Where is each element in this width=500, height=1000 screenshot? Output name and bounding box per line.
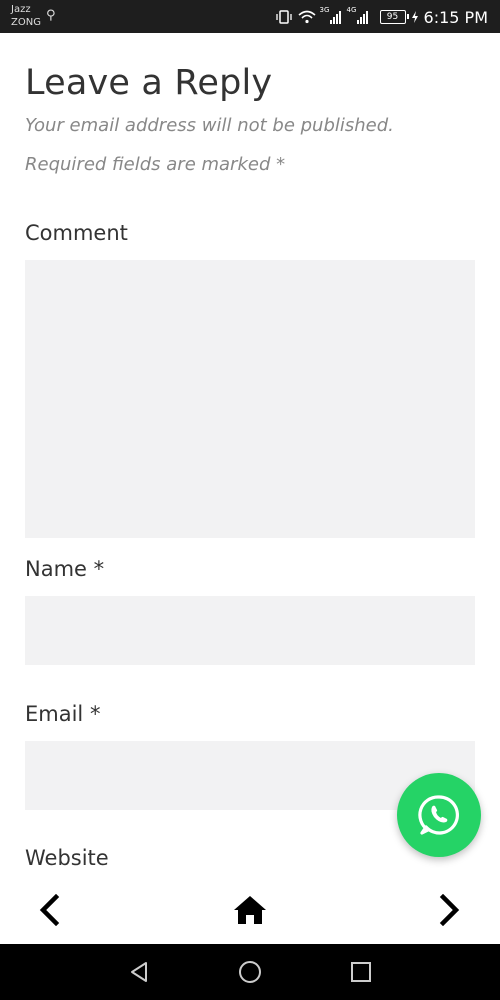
carrier-name-1: Jazz bbox=[11, 4, 31, 15]
wifi-icon bbox=[298, 10, 316, 24]
back-button[interactable] bbox=[29, 890, 69, 930]
status-bar: Jazz ZONG ⚲ 3G 4G 95 6:15 PM bbox=[0, 0, 500, 33]
whatsapp-button[interactable] bbox=[397, 773, 481, 857]
system-recents-button[interactable] bbox=[345, 956, 377, 988]
triangle-back-icon bbox=[131, 962, 147, 982]
whatsapp-icon bbox=[418, 795, 459, 835]
chevron-left-icon bbox=[39, 894, 60, 926]
vibrate-icon bbox=[275, 10, 292, 24]
signal-icon-1: 3G bbox=[320, 6, 341, 24]
battery-icon: 95 bbox=[379, 10, 409, 24]
email-privacy-note: Your email address will not be published… bbox=[25, 115, 394, 136]
name-input[interactable] bbox=[25, 596, 475, 665]
status-icons: 3G 4G 95 6:15 PM bbox=[275, 6, 488, 28]
carrier-info: Jazz ZONG bbox=[11, 3, 41, 29]
chevron-right-icon bbox=[439, 894, 460, 926]
required-fields-note: Required fields are marked * bbox=[25, 154, 286, 175]
circle-home-icon bbox=[239, 961, 261, 983]
signal-icon-2: 4G bbox=[347, 6, 368, 24]
system-navigation-bar bbox=[0, 944, 500, 1000]
battery-level: 95 bbox=[386, 12, 399, 22]
bottom-navigation bbox=[0, 876, 500, 944]
name-label: Name * bbox=[25, 557, 105, 581]
home-icon bbox=[234, 896, 266, 924]
comment-label: Comment bbox=[25, 221, 128, 245]
system-home-button[interactable] bbox=[234, 956, 266, 988]
comment-textarea[interactable] bbox=[25, 260, 475, 538]
email-label: Email * bbox=[25, 702, 101, 726]
carrier-name-2: ZONG bbox=[11, 17, 41, 28]
usb-icon: ⚲ bbox=[46, 8, 56, 23]
home-button[interactable] bbox=[230, 890, 270, 930]
status-time: 6:15 PM bbox=[423, 7, 488, 27]
website-label: Website bbox=[25, 846, 109, 870]
page-title: Leave a Reply bbox=[25, 63, 273, 103]
forward-button[interactable] bbox=[430, 890, 470, 930]
charging-icon bbox=[411, 11, 418, 23]
square-recents-icon bbox=[351, 962, 371, 982]
system-back-button[interactable] bbox=[123, 956, 155, 988]
